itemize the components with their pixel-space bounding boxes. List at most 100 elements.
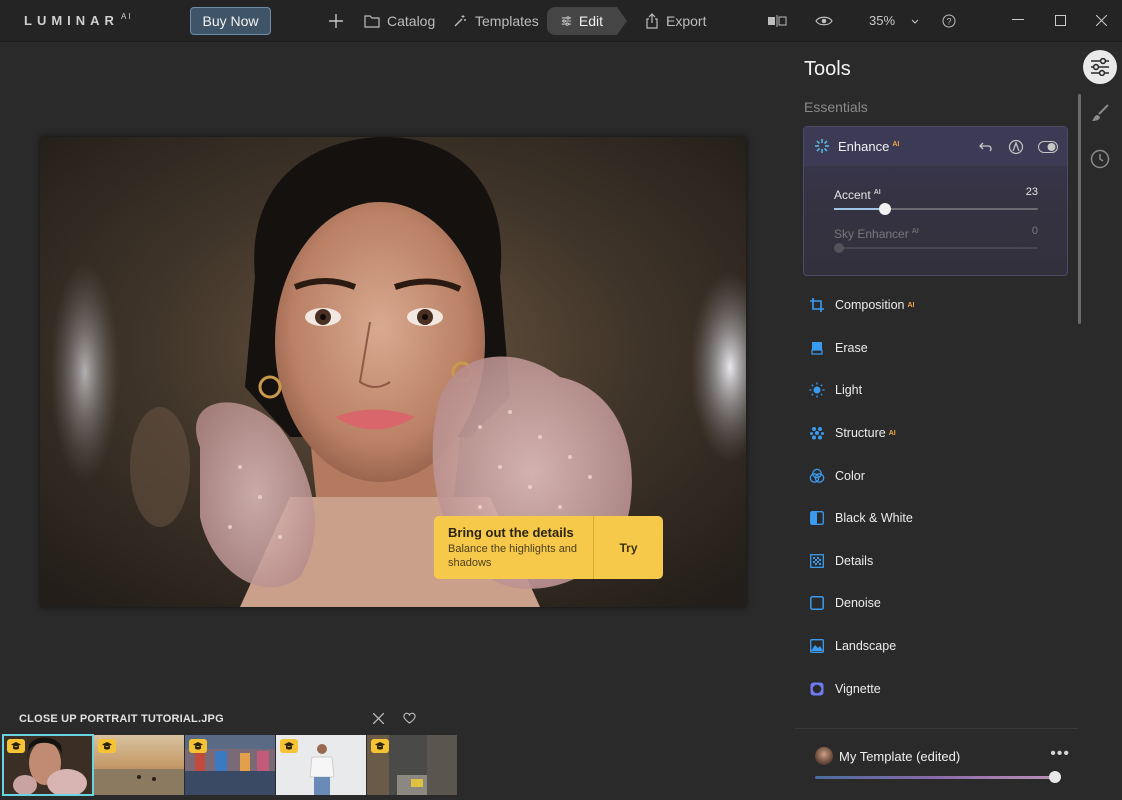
accent-slider[interactable]: Accent AI 23 (834, 186, 1038, 215)
close-icon[interactable] (371, 711, 385, 725)
tool-erase[interactable]: Erase (809, 327, 1059, 370)
tool-label: Light (835, 383, 863, 398)
landscape-icon (809, 638, 825, 654)
half-square-icon (809, 510, 825, 526)
top-bar: LUMINAR AI Buy Now Catalog Templates Edit… (0, 0, 1122, 42)
tool-label: Vignette (835, 681, 881, 696)
tip-try-button[interactable]: Try (594, 516, 663, 579)
tab-export[interactable]: Export (645, 7, 706, 35)
buy-now-button[interactable]: Buy Now (190, 7, 271, 35)
thumbnail-canal-houses[interactable] (185, 735, 275, 795)
history-icon[interactable] (1083, 142, 1117, 176)
template-name: My Template (edited) (839, 748, 961, 764)
tool-label: Details (835, 553, 874, 568)
tool-label: Structure (835, 426, 886, 441)
tool-denoise[interactable]: Denoise (809, 582, 1059, 625)
reset-icon[interactable] (977, 138, 995, 156)
chevron-down-icon (911, 19, 919, 24)
zoom-level[interactable]: 35% (869, 13, 919, 28)
sliders-icon (561, 16, 572, 26)
luminar-window: LUMINAR AI Buy Now Catalog Templates Edit… (0, 0, 1122, 800)
tool-details[interactable]: Details (809, 540, 1059, 583)
enhance-header[interactable]: Enhance AI (804, 127, 1067, 166)
tip-subtitle: Balance the highlights and shadows (448, 543, 578, 569)
tool-vignette[interactable]: Vignette (809, 667, 1059, 710)
tab-catalog-label: Catalog (387, 13, 436, 29)
tab-export-label: Export (666, 13, 707, 29)
tool-label: Erase (835, 340, 868, 355)
ai-badge: AI (907, 301, 915, 309)
tutorial-badge-icon (189, 739, 207, 753)
heart-icon[interactable] (402, 711, 416, 725)
panel-title: Tools (804, 58, 851, 80)
tutorial-badge-icon (280, 739, 298, 753)
accent-label: Accent AI (834, 188, 881, 202)
side-rail (1083, 42, 1122, 800)
export-icon (646, 13, 658, 29)
template-amount-track[interactable] (815, 776, 1055, 779)
tool-landscape[interactable]: Landscape (809, 625, 1059, 668)
sky-enhancer-knob[interactable] (834, 243, 845, 253)
sky-enhancer-slider[interactable]: Sky Enhancer AI 0 (834, 225, 1038, 253)
help-icon[interactable]: ? (939, 11, 959, 31)
thumbnail-woman-white-shirt[interactable] (276, 735, 366, 795)
tip-body: Bring out the details Balance the highli… (434, 516, 594, 579)
enhance-tool-card: EnhanceAI AccentAI 23 Sky EnhancerAI (803, 126, 1068, 276)
tab-catalog[interactable]: Catalog (364, 7, 435, 35)
vignette-icon (809, 681, 825, 697)
tool-black-white[interactable]: Black & White (809, 497, 1059, 540)
panel-scrollbar[interactable] (1078, 94, 1081, 324)
minimize-icon[interactable] (1010, 12, 1026, 28)
sparkle-icon (815, 139, 829, 153)
structure-icon (809, 425, 825, 441)
tab-templates[interactable]: Templates (452, 7, 539, 35)
tab-edit-label: Edit (578, 13, 603, 29)
thumbnail-beach[interactable] (94, 735, 184, 795)
tools-sliders-icon[interactable] (1083, 50, 1117, 84)
sky-enhancer-value: 0 (1031, 225, 1038, 237)
tool-label: Landscape (835, 639, 897, 654)
tool-list: Composition AI Erase Light Structure AI Color B… (809, 284, 1059, 710)
sky-enhancer-label: Sky Enhancer AI (834, 227, 919, 241)
tool-label: Black & White (835, 511, 913, 526)
panel-divider (795, 728, 1078, 729)
filmstrip (2, 734, 457, 796)
tool-composition[interactable]: Composition AI (809, 284, 1059, 327)
sun-icon (809, 382, 825, 398)
add-icon[interactable] (326, 11, 346, 31)
compare-icon[interactable] (767, 11, 787, 31)
toggle-visibility-icon[interactable] (1037, 138, 1059, 156)
tab-templates-label: Templates (475, 13, 539, 29)
section-essentials: Essentials (804, 99, 868, 115)
eye-icon[interactable] (814, 11, 834, 31)
more-options-icon[interactable]: ••• (1050, 745, 1070, 763)
thumbnail-portrait[interactable] (2, 734, 94, 796)
tip-card: Bring out the details Balance the highli… (434, 516, 663, 579)
template-amount-knob[interactable] (1049, 771, 1061, 783)
thumbnail-city-street[interactable] (367, 735, 457, 795)
accent-fill (834, 208, 885, 210)
tab-edit[interactable]: Edit (547, 7, 627, 35)
tool-label: Color (835, 468, 865, 483)
template-row[interactable]: My Template (edited) ••• (815, 745, 1070, 767)
folder-icon (364, 15, 380, 28)
details-grid-icon (809, 553, 825, 569)
maximize-icon[interactable] (1052, 12, 1068, 28)
accent-track[interactable] (834, 203, 1038, 215)
tutorial-badge-icon (98, 739, 116, 753)
tool-color[interactable]: Color (809, 454, 1059, 497)
brush-icon[interactable] (1083, 96, 1117, 130)
magic-wand-icon (454, 15, 466, 27)
sky-enhancer-track[interactable] (834, 243, 1038, 253)
tool-light[interactable]: Light (809, 369, 1059, 412)
tool-structure[interactable]: Structure AI (809, 412, 1059, 455)
color-circles-icon (809, 468, 825, 484)
enhance-label: Enhance AI (838, 138, 900, 154)
tools-panel: Tools Essentials EnhanceAI AccentAI 23 (795, 42, 1083, 800)
tutorial-badge-icon (7, 739, 25, 753)
close-window-icon[interactable] (1093, 12, 1109, 28)
app-logo: LUMINAR AI (24, 12, 133, 28)
accent-knob[interactable] (879, 203, 891, 215)
mask-brush-icon[interactable] (1007, 138, 1025, 156)
crop-icon (809, 297, 825, 313)
